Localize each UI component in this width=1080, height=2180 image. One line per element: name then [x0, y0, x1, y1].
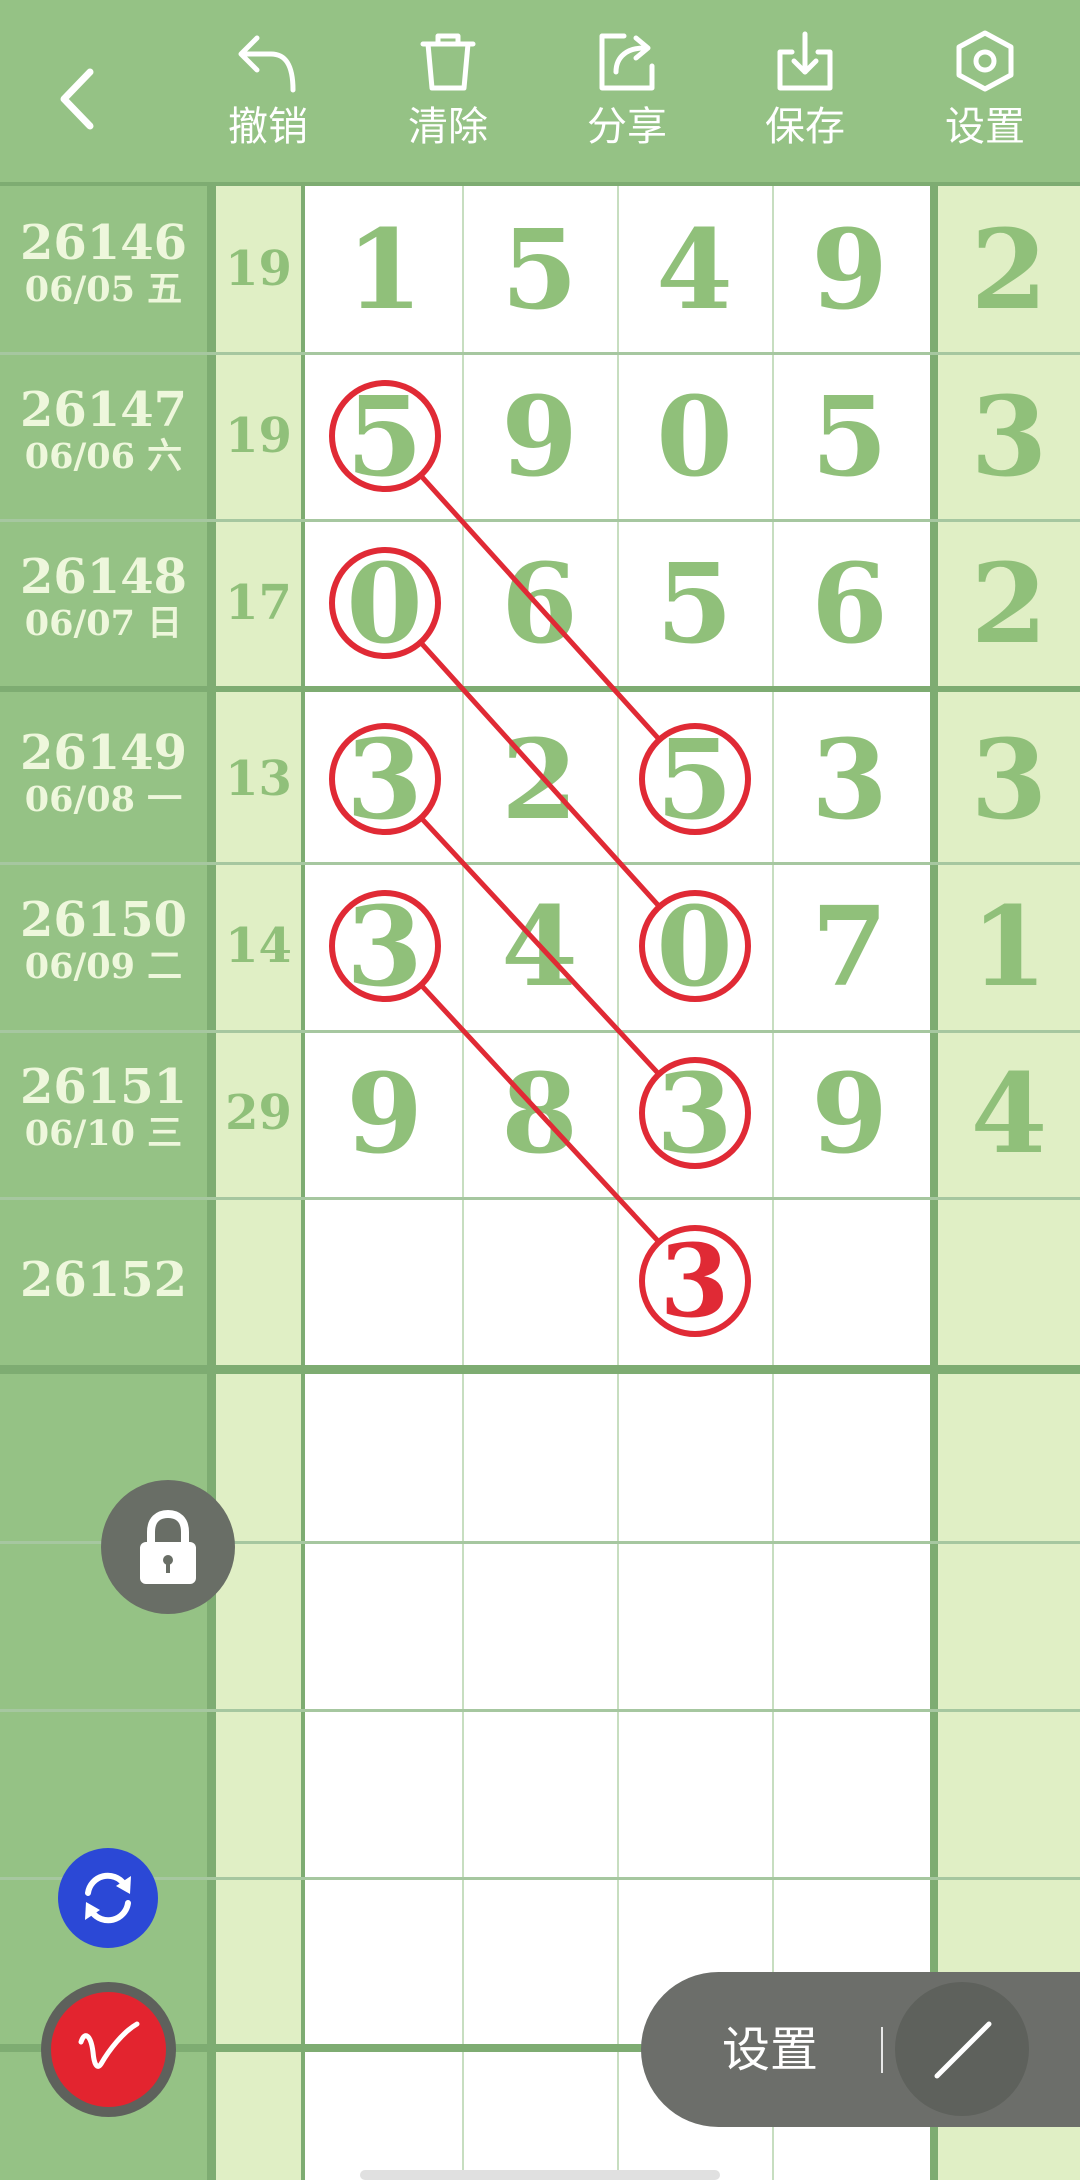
digit-cell[interactable]: 0	[307, 520, 462, 687]
digit-cell[interactable]: 3	[772, 696, 927, 863]
clear-label: 清除	[408, 104, 488, 150]
pill-settings-label[interactable]: 设置	[722, 2018, 818, 2082]
undo-label: 撤销	[228, 104, 308, 150]
settings-icon	[956, 30, 1014, 92]
issue-number: 26146	[20, 215, 187, 271]
settings-button[interactable]: 设置	[925, 28, 1045, 168]
issue-date: 06/07 日	[24, 603, 183, 644]
digit-cell[interactable]: 5	[307, 353, 462, 520]
digit-cell[interactable]: 2	[462, 696, 617, 863]
trash-icon	[420, 33, 476, 91]
sum-value: 19	[225, 408, 292, 464]
lock-icon	[140, 1509, 196, 1584]
undo-button[interactable]: 撤销	[208, 28, 328, 168]
sum-value: 29	[225, 1085, 292, 1141]
digit-cell[interactable]: 5	[772, 353, 927, 520]
digit-cell[interactable]: 6	[462, 520, 617, 687]
digit-cell[interactable]: 8	[462, 1030, 617, 1197]
digit-cell[interactable]: 4	[617, 186, 772, 353]
toolbar: 撤销 清除 分享 保存 设置	[0, 0, 1080, 182]
sum-value: 14	[225, 918, 292, 974]
digit-cell[interactable]: 9	[307, 1030, 462, 1197]
issue-number: 26148	[20, 549, 187, 605]
issue-number: 26152	[20, 1252, 187, 1308]
issue-number: 26151	[20, 1059, 187, 1115]
issue-cell: 26147 06/06 六	[0, 384, 207, 551]
digit-cell[interactable]: 1	[307, 186, 462, 353]
digit-cell[interactable]: 6	[772, 520, 927, 687]
digit-cell[interactable]: 3	[307, 863, 462, 1030]
extra-value: 2	[970, 539, 1048, 668]
home-indicator	[360, 2170, 720, 2180]
extra-value: 1	[970, 882, 1048, 1011]
issue-date: 06/10 三	[24, 1113, 183, 1154]
issue-cell: 26150 06/09 二	[0, 894, 207, 1061]
share-button[interactable]: 分享	[567, 28, 687, 168]
issue-cell: 26146 06/05 五	[0, 217, 207, 384]
digit-cell[interactable]: 5	[617, 520, 772, 687]
digit-cell[interactable]: 3	[307, 696, 462, 863]
share-icon	[599, 33, 655, 91]
extra-value: 4	[970, 1049, 1048, 1178]
pill-separator	[881, 2027, 883, 2073]
digit-cell[interactable]: 0	[617, 863, 772, 1030]
issue-number: 26147	[20, 382, 187, 438]
issue-cell: 26148 06/07 日	[0, 551, 207, 718]
digit-cell[interactable]: 3	[617, 1030, 772, 1197]
digit-cell[interactable]: 9	[772, 1030, 927, 1197]
share-label: 分享	[587, 104, 667, 150]
issue-date: 06/05 五	[24, 269, 183, 310]
back-button[interactable]	[50, 64, 110, 134]
undo-icon	[238, 35, 296, 93]
extra-value: 2	[970, 205, 1048, 334]
issue-number: 26149	[20, 725, 187, 781]
sum-value: 13	[225, 751, 292, 807]
sum-value	[216, 1198, 301, 1365]
save-label: 保存	[765, 104, 845, 150]
digit-cell[interactable]	[462, 1198, 617, 1365]
pen-icon	[78, 2021, 140, 2069]
lock-button[interactable]	[101, 1480, 235, 1614]
save-button[interactable]: 保存	[745, 28, 865, 168]
column-divider	[301, 182, 305, 2180]
digit-cell[interactable]: 9	[462, 353, 617, 520]
issue-date: 06/06 六	[24, 436, 183, 477]
extra-value: 3	[970, 372, 1048, 501]
issue-number: 26150	[20, 892, 187, 948]
issue-date: 06/09 二	[24, 946, 183, 987]
issue-cell: 26152	[0, 1254, 207, 1421]
issue-date: 06/08 一	[24, 779, 183, 820]
digit-cell[interactable]	[772, 1198, 927, 1365]
row-divider	[0, 1709, 1080, 1712]
issue-cell: 26149 06/08 一	[0, 727, 207, 894]
digit-cell[interactable]: 4	[462, 863, 617, 1030]
download-icon	[777, 31, 833, 91]
digit-cell[interactable]: 9	[772, 186, 927, 353]
predicted-digit[interactable]: 3	[617, 1198, 772, 1365]
settings-label: 设置	[945, 104, 1025, 150]
chevron-left-icon	[60, 68, 94, 130]
column-divider	[207, 182, 216, 2180]
digit-cell[interactable]	[307, 1198, 462, 1365]
column-divider	[930, 182, 938, 2180]
issue-cell: 26151 06/10 三	[0, 1061, 207, 1228]
digit-cell[interactable]: 5	[462, 186, 617, 353]
digit-cell[interactable]: 5	[617, 696, 772, 863]
refresh-icon	[85, 1872, 131, 1924]
sum-value: 19	[225, 241, 292, 297]
digit-cell[interactable]: 0	[617, 353, 772, 520]
extra-value: 3	[970, 715, 1048, 844]
clear-button[interactable]: 清除	[388, 28, 508, 168]
sum-value: 17	[225, 575, 292, 631]
digit-cell[interactable]: 7	[772, 863, 927, 1030]
refresh-button[interactable]	[58, 1848, 158, 1948]
line-tool-button[interactable]	[895, 1982, 1029, 2116]
line-tool-icon	[934, 2021, 992, 2079]
row-divider	[0, 1877, 1080, 1880]
extra-value	[938, 1198, 1080, 1365]
pen-button[interactable]	[51, 1992, 166, 2107]
